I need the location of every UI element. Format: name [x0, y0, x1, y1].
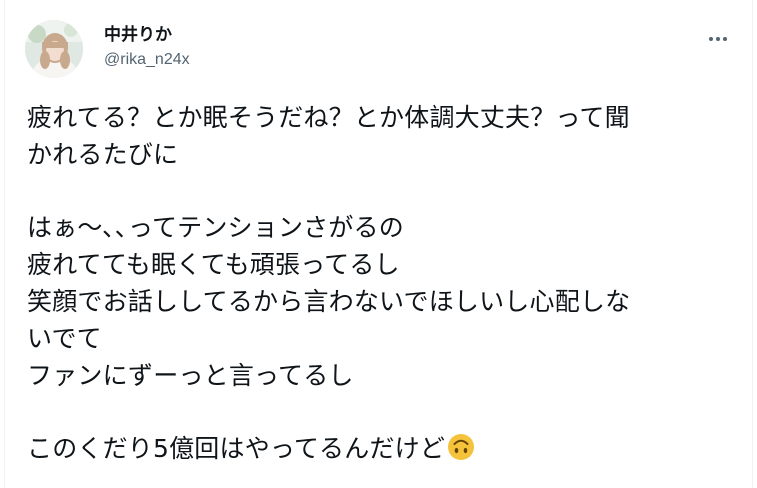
- upside-down-face-icon: [447, 433, 475, 461]
- tweet-line-last: このくだり5億回はやってるんだけど: [27, 431, 727, 468]
- tweet-line: いでて: [27, 323, 102, 353]
- more-dots-icon[interactable]: [701, 26, 735, 52]
- tweet-line: ファンにずーっと言ってるし: [27, 360, 354, 390]
- tweet-line-text: このくだり5億回はやってるんだけど: [27, 434, 446, 464]
- avatar[interactable]: [25, 20, 83, 78]
- tweet-line: 疲れてる？とか眠そうだね？とか体調大丈夫？って聞: [27, 103, 630, 132]
- tweet-line: はぁ〜､､ってテンションさがるの: [27, 213, 404, 243]
- tweet-line: かれるたびに: [27, 139, 179, 169]
- author-name[interactable]: 中井りか: [104, 24, 172, 46]
- tweet-line: 疲れてても眠くても頑張ってるし: [27, 250, 400, 280]
- tweet-card: 中井りか @rika_n24x 疲れてる？とか眠そうだね？とか体調大丈夫？って聞…: [4, 0, 753, 488]
- author-handle[interactable]: @rika_n24x: [104, 50, 190, 70]
- tweet-text: 疲れてる？とか眠そうだね？とか体調大丈夫？って聞 かれるたびに はぁ〜､､ってテ…: [27, 100, 727, 468]
- tweet-line: 笑顔でお話ししてるから言わないでほしいし心配しな: [27, 286, 631, 316]
